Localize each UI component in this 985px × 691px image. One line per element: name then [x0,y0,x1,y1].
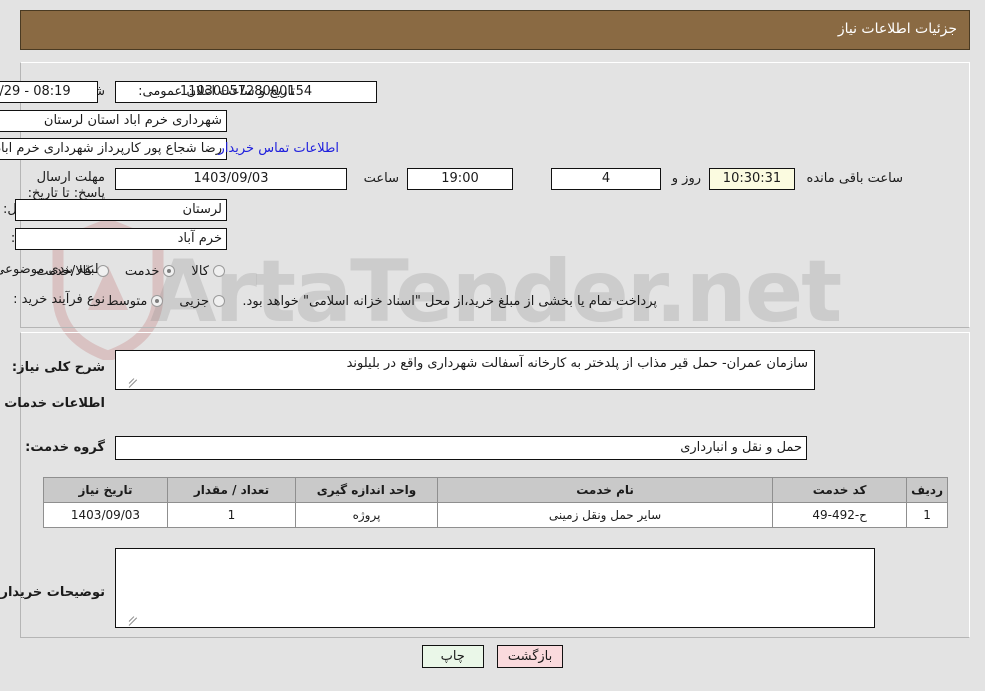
service-group-value: حمل و نقل و انبارداری [115,436,807,460]
col-date: تاریخ نیاز [43,477,168,503]
creator-value: رضا شجاع پور کارپرداز شهرداری خرم اباد ا… [0,138,227,160]
table-header-row: ردیف کد خدمت نام خدمت واحد اندازه گیری ت… [43,477,948,503]
radio-dot-icon[interactable] [96,265,109,277]
back-button[interactable]: بازگشت [496,645,564,668]
col-qty: تعداد / مقدار [167,477,296,503]
description-textarea[interactable]: سازمان عمران- حمل قیر مذاب از پلدختر به … [115,350,815,390]
remaining-days-value: 4 [551,168,661,190]
radio-dot-icon[interactable] [213,265,225,277]
category-option-label: خدمت [124,264,160,279]
days-label: روز و [671,171,701,186]
resize-grip-icon[interactable] [118,614,138,626]
category-option-2[interactable]: کالا/خدمت [20,264,109,279]
buyer-org-value: شهرداری خرم اباد استان لرستان [0,110,227,132]
buyer-contact-link[interactable]: اطلاعات تماس خریدار [219,141,339,156]
cell-code: ح-492-49 [772,502,908,528]
description-value: سازمان عمران- حمل قیر مذاب از پلدختر به … [346,356,808,371]
cell-date: 1403/09/03 [43,502,168,528]
remaining-time-value: 10:30:31 [709,168,795,190]
col-row: ردیف [906,477,948,503]
deadline-time-value: 19:00 [407,168,513,190]
col-name: نام خدمت [436,477,774,503]
col-unit: واحد اندازه گیری [295,477,438,503]
deadline-date-value: 1403/09/03 [115,168,347,190]
buyer-notes-label: توضیحات خریدار: [0,585,105,600]
province-value: لرستان [15,199,227,221]
footer-actions: بازگشت چاپ [0,645,985,668]
category-option-1[interactable]: خدمت [109,264,176,279]
cell-row: 1 [906,502,948,528]
announce-value: 08:19 - 1403/08/29 [0,81,98,103]
category-option-label: کالا [191,264,209,279]
cell-qty: 1 [167,502,296,528]
process-option-label: جزیی [179,294,209,309]
remaining-label: ساعت باقی مانده [806,171,903,186]
radio-dot-icon[interactable] [213,295,225,307]
radio-dot-icon[interactable] [163,265,176,277]
deadline-label: مهلت ارسال پاسخ: تا تاریخ: [27,170,105,201]
services-table: ردیف کد خدمت نام خدمت واحد اندازه گیری ت… [43,477,948,528]
process-option-1[interactable]: متوسط [90,294,164,309]
page-header: جزئیات اطلاعات نیاز [20,10,970,50]
announce-label: تاریخ و ساعت اعلان عمومی: [138,84,295,99]
process-option-0[interactable]: جزیی [163,294,225,309]
services-section-title: اطلاعات خدمات مورد نیاز [0,396,105,411]
buyer-notes-textarea[interactable] [115,548,875,628]
radio-dot-icon[interactable] [151,295,164,307]
process-radio-group[interactable]: جزیی متوسط [90,291,225,310]
category-radio-group[interactable]: کالا خدمت کالا/خدمت [20,261,225,280]
col-code: کد خدمت [772,477,908,503]
table-row: 1 ح-492-49 سایر حمل ونقل زمینی پروژه 1 1403/0… [43,502,948,528]
city-value: خرم آباد [15,228,227,250]
print-button[interactable]: چاپ [421,645,484,668]
cell-name: سایر حمل ونقل زمینی [436,502,774,528]
hour-label: ساعت [363,171,399,186]
category-option-label: کالا/خدمت [36,264,93,279]
description-label: شرح کلی نیاز: [11,360,105,375]
process-note: پرداخت تمام یا بخشی از مبلغ خرید،از محل … [242,294,657,309]
resize-grip-icon[interactable] [118,376,138,388]
category-option-0[interactable]: کالا [175,264,225,279]
cell-unit: پروژه [295,502,438,528]
service-group-label: گروه خدمت: [25,440,105,455]
page-title: جزئیات اطلاعات نیاز [837,21,957,37]
process-option-label: متوسط [106,294,148,309]
